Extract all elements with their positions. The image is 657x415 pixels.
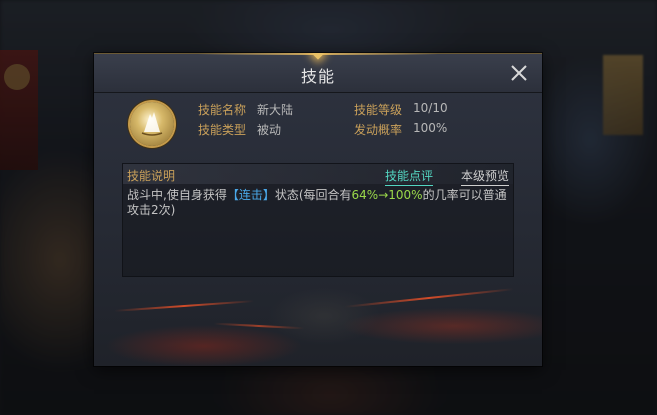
description-text: 战斗中,使自身获得【连击】状态(每回合有64%→100%的几率可以普通攻击2次) (127, 188, 507, 218)
skill-level-value: 10/10 (413, 101, 448, 115)
ember-streak (214, 322, 304, 330)
trigger-rate-value: 100% (413, 121, 448, 135)
skill-type-label: 技能类型 (198, 123, 247, 137)
skill-name-label: 技能名称 (198, 103, 247, 117)
trigger-rate-label: 发动概率 (354, 123, 403, 137)
skill-type-value: 被动 (257, 123, 282, 137)
dialog-title: 技能 (300, 67, 335, 86)
skill-emblem-icon (130, 102, 174, 146)
skill-dialog: 技能 技能名称 新大陆 技能类型 被动 技能等级 10/10 发动概率 100%… (94, 53, 542, 366)
description-header: 技能说明 技能点评 本级预览 (123, 164, 513, 186)
description-text-part: 战斗中,使自身获得 (127, 188, 227, 202)
skill-level-label: 技能等级 (354, 103, 403, 117)
dialog-titlebar: 技能 (94, 53, 542, 93)
level-preview-link[interactable]: 本级预览 (461, 167, 510, 186)
ember-streak (114, 300, 254, 312)
skill-comment-link[interactable]: 技能点评 (385, 167, 434, 186)
rate-to: 100% (388, 188, 423, 202)
combo-keyword: 【连击】 (226, 188, 275, 202)
description-panel: 技能说明 技能点评 本级预览 战斗中,使自身获得【连击】状态(每回合有64%→1… (122, 163, 514, 277)
close-icon[interactable] (508, 62, 530, 84)
description-text-part: 状态(每回合有 (274, 188, 352, 202)
rate-arrow: → (378, 188, 389, 202)
rate-from: 64% (351, 188, 379, 202)
title-ornament-icon (312, 53, 324, 60)
description-title: 技能说明 (127, 169, 176, 183)
ember-streak (344, 288, 514, 308)
skill-name-value: 新大陆 (257, 103, 294, 117)
